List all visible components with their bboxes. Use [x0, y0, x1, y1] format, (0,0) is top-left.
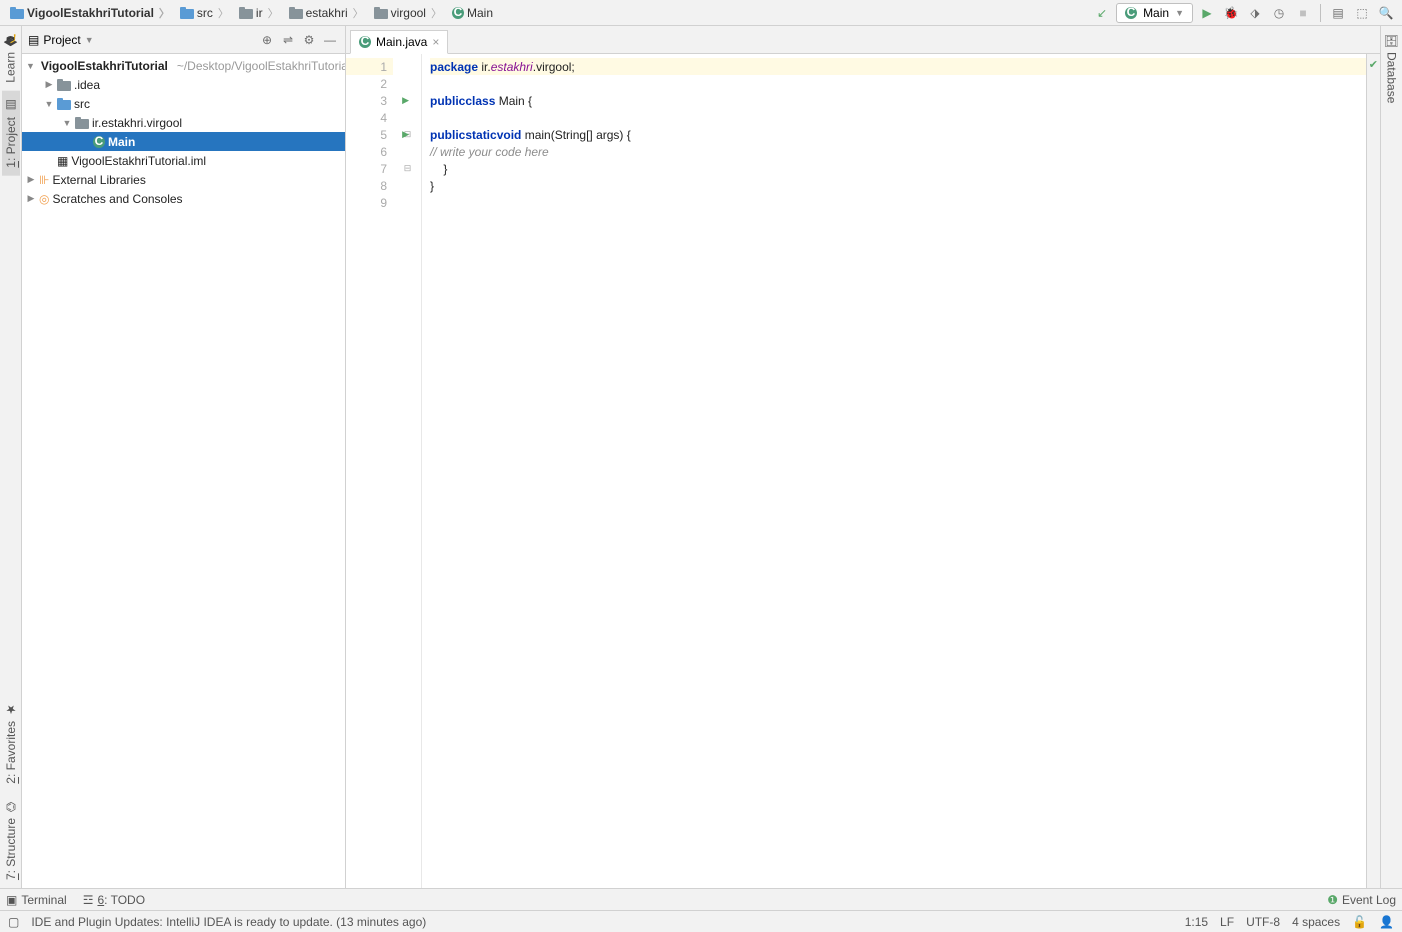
file-tab-main[interactable]: C Main.java × — [350, 30, 448, 54]
tree-label: External Libraries — [52, 173, 145, 187]
project-view-selector[interactable]: ▤ Project ▼ — [28, 33, 252, 47]
search-everywhere-icon[interactable]: 🔍 — [1376, 3, 1396, 23]
tree-label: src — [74, 97, 90, 111]
status-caret-position[interactable]: 1:15 — [1185, 915, 1208, 929]
tree-src[interactable]: ▼ src — [22, 94, 345, 113]
breadcrumb: VigoolEstakhriTutorial〉 src〉 ir〉 estakhr… — [6, 3, 1092, 23]
code-body[interactable]: package ir.estakhri.virgool; public clas… — [422, 54, 1366, 888]
svg-text:C: C — [95, 136, 104, 148]
crumb-label: estakhri — [306, 6, 348, 20]
status-indent[interactable]: 4 spaces — [1292, 915, 1340, 929]
tree-package[interactable]: ▼ ir.estakhri.virgool — [22, 113, 345, 132]
run-config-selector[interactable]: C Main ▼ — [1116, 3, 1193, 23]
status-inspector-icon[interactable]: 👤 — [1379, 915, 1394, 929]
code-editor[interactable]: 1 2 3▶ 4 5▶ 6 7 8 9 ⊟⊟ package ir.estakh… — [346, 54, 1380, 888]
run-gutter-icon[interactable]: ▶ — [402, 95, 409, 106]
crumb-virgool[interactable]: virgool〉 — [370, 3, 446, 23]
rail-favorites[interactable]: 2: Favorites★ — [2, 695, 20, 792]
crumb-label: src — [197, 6, 213, 20]
rail-structure[interactable]: 7: Structure⌬ — [2, 792, 20, 888]
project-icon: ▤ — [28, 33, 39, 47]
gear-icon[interactable]: ⚙ — [300, 33, 318, 47]
rail-learn[interactable]: Learn🎓 — [1, 26, 20, 91]
project-panel-header: ▤ Project ▼ ⊕ ⇌ ⚙ — — [22, 26, 345, 54]
crumb-src[interactable]: src〉 — [176, 3, 233, 23]
left-tool-rail: Learn🎓 1: Project▤ 2: Favorites★ 7: Stru… — [0, 26, 22, 888]
tree-label: .idea — [74, 78, 100, 92]
status-message[interactable]: IDE and Plugin Updates: IntelliJ IDEA is… — [31, 915, 1172, 929]
crumb-label: VigoolEstakhriTutorial — [27, 6, 154, 20]
project-tree[interactable]: ▼ VigoolEstakhriTutorial ~/Desktop/Vigoo… — [22, 54, 345, 888]
build-icon[interactable]: ↙ — [1092, 3, 1112, 23]
tree-label: VigoolEstakhriTutorial.iml — [71, 154, 206, 168]
status-encoding[interactable]: UTF-8 — [1246, 915, 1280, 929]
crumb-estakhri[interactable]: estakhri〉 — [285, 3, 368, 23]
inspection-strip[interactable]: ✔ — [1366, 54, 1380, 888]
svg-text:C: C — [454, 7, 463, 19]
crumb-main[interactable]: C Main — [448, 4, 497, 22]
status-line-ending[interactable]: LF — [1220, 915, 1234, 929]
tree-scratches[interactable]: ▶ ◎ Scratches and Consoles — [22, 189, 345, 208]
crumb-label: Main — [467, 6, 493, 20]
status-bar: ▢ IDE and Plugin Updates: IntelliJ IDEA … — [0, 910, 1402, 932]
line-number-gutter: 1 2 3▶ 4 5▶ 6 7 8 9 — [346, 54, 394, 888]
rail-database[interactable]: 🗄Database — [1382, 26, 1401, 111]
hide-icon[interactable]: — — [321, 33, 339, 47]
ide-settings-icon[interactable]: ⬚ — [1352, 3, 1372, 23]
tab-label: Main.java — [376, 35, 427, 49]
collapse-icon[interactable]: ⇌ — [279, 33, 297, 47]
crumb-label: ir — [256, 6, 263, 20]
tree-root[interactable]: ▼ VigoolEstakhriTutorial ~/Desktop/Vigoo… — [22, 56, 345, 75]
scratches-icon: ◎ — [39, 192, 49, 206]
run-config-label: Main — [1143, 6, 1169, 20]
status-icon[interactable]: ▢ — [8, 915, 19, 929]
stop-icon: ■ — [1293, 3, 1313, 23]
module-icon: ▦ — [57, 154, 68, 168]
panel-title-label: Project — [43, 33, 80, 47]
tab-event-log[interactable]: ❶Event Log — [1327, 893, 1396, 907]
right-tool-rail: 🗄Database — [1380, 26, 1402, 888]
tree-external-libs[interactable]: ▶ ⊪ External Libraries — [22, 170, 345, 189]
coverage-icon[interactable]: ⬗ — [1245, 3, 1265, 23]
navigation-bar: VigoolEstakhriTutorial〉 src〉 ir〉 estakhr… — [0, 0, 1402, 26]
tree-label: ir.estakhri.virgool — [92, 116, 182, 130]
chevron-down-icon: ▼ — [85, 35, 94, 45]
rail-project[interactable]: 1: Project▤ — [2, 91, 20, 176]
inspection-ok-icon: ✔ — [1369, 58, 1378, 71]
fold-gutter: ⊟⊟ — [394, 54, 422, 888]
crumb-label: virgool — [391, 6, 426, 20]
tree-iml[interactable]: ▦ VigoolEstakhriTutorial.iml — [22, 151, 345, 170]
event-log-icon: ❶ — [1327, 893, 1338, 907]
locate-icon[interactable]: ⊕ — [258, 33, 276, 47]
project-tool-window: ▤ Project ▼ ⊕ ⇌ ⚙ — ▼ VigoolEstakhriTuto… — [22, 26, 346, 888]
crumb-ir[interactable]: ir〉 — [235, 3, 283, 23]
run-gutter-icon[interactable]: ▶ — [402, 129, 409, 140]
tree-hint: ~/Desktop/VigoolEstakhriTutorial — [177, 59, 345, 73]
project-structure-icon[interactable]: ▤ — [1328, 3, 1348, 23]
tab-terminal[interactable]: ▣Terminal — [6, 893, 67, 907]
tree-label: Scratches and Consoles — [52, 192, 182, 206]
status-lock-icon[interactable]: 🔓 — [1352, 915, 1367, 929]
chevron-down-icon: ▼ — [1175, 8, 1184, 18]
run-icon[interactable]: ▶ — [1197, 3, 1217, 23]
tree-label: VigoolEstakhriTutorial — [41, 59, 168, 73]
svg-text:C: C — [1127, 7, 1136, 19]
tree-label: Main — [108, 135, 135, 149]
profile-icon[interactable]: ◷ — [1269, 3, 1289, 23]
todo-icon: ☲ — [83, 893, 94, 907]
tree-idea[interactable]: ▶ .idea — [22, 75, 345, 94]
toolbar-right: ↙ C Main ▼ ▶ 🐞 ⬗ ◷ ■ ▤ ⬚ 🔍 — [1092, 3, 1396, 23]
svg-text:C: C — [361, 36, 370, 48]
terminal-icon: ▣ — [6, 893, 17, 907]
crumb-project[interactable]: VigoolEstakhriTutorial〉 — [6, 3, 174, 23]
editor-tab-bar: C Main.java × — [346, 26, 1380, 54]
bottom-tool-tabs: ▣Terminal ☲6: TODO ❶Event Log — [0, 888, 1402, 910]
tree-main-class[interactable]: C Main — [22, 132, 345, 151]
editor-area: C Main.java × 1 2 3▶ 4 5▶ 6 7 8 9 ⊟⊟ — [346, 26, 1380, 888]
tab-todo[interactable]: ☲6: TODO — [83, 893, 145, 907]
debug-icon[interactable]: 🐞 — [1221, 3, 1241, 23]
close-icon[interactable]: × — [432, 35, 439, 49]
libraries-icon: ⊪ — [39, 173, 49, 187]
